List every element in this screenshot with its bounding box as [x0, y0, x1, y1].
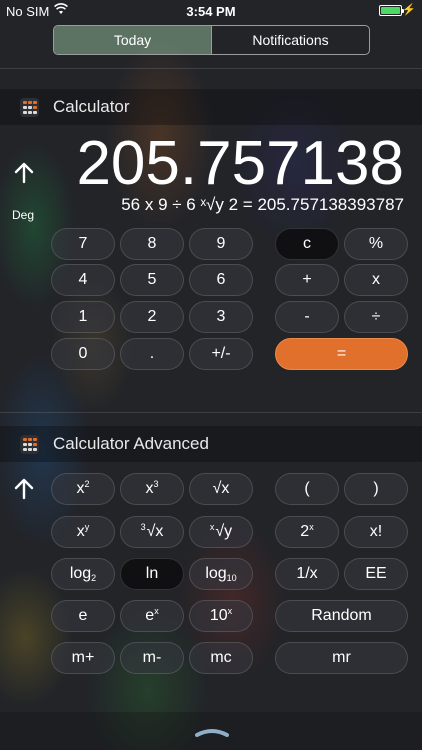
collapse-arrow-icon[interactable]: [12, 477, 36, 501]
status-bar: No SIM 3:54 PM ⚡: [0, 0, 422, 22]
divider: [0, 412, 422, 413]
key-superscript: 3: [153, 479, 159, 489]
tab-today[interactable]: Today: [54, 26, 211, 54]
memory-clear-button[interactable]: mc: [189, 642, 253, 674]
factorial-button[interactable]: x!: [344, 516, 408, 548]
cube-root-button[interactable]: 3 √x: [120, 516, 184, 548]
random-button[interactable]: Random: [275, 600, 408, 632]
key-9[interactable]: 9: [189, 228, 253, 260]
key-1[interactable]: 1: [51, 301, 115, 333]
key-5[interactable]: 5: [120, 264, 184, 296]
calculator-app-icon: [20, 98, 39, 117]
ee-button[interactable]: EE: [344, 558, 408, 590]
x-cubed-button[interactable]: x3: [120, 473, 184, 505]
key-base: e: [145, 607, 155, 624]
key-prefix: x: [209, 522, 215, 532]
divide-button[interactable]: ÷: [344, 301, 408, 333]
pull-up-handle-icon[interactable]: [194, 727, 230, 737]
log10-button[interactable]: log 10: [189, 558, 253, 590]
key-superscript: 2: [84, 479, 90, 489]
today-notifications-tabs: Today Notifications: [53, 25, 370, 55]
calculator-expression: 56 x 9 ÷ 6 ˣ√y 2 = 205.757138393787: [121, 195, 404, 214]
memory-recall-button[interactable]: mr: [275, 642, 408, 674]
calculator-app-icon: [20, 435, 39, 454]
ln-button[interactable]: ln: [120, 558, 184, 590]
x-pow-y-button[interactable]: xy: [51, 516, 115, 548]
key-2[interactable]: 2: [120, 301, 184, 333]
key-7[interactable]: 7: [51, 228, 115, 260]
two-pow-x-button[interactable]: 2x: [275, 516, 339, 548]
x-squared-button[interactable]: x2: [51, 473, 115, 505]
log2-button[interactable]: log 2: [51, 558, 115, 590]
key-3[interactable]: 3: [189, 301, 253, 333]
key-base: 2: [300, 523, 310, 540]
charging-bolt-icon: ⚡: [402, 4, 416, 16]
key-base: √x: [146, 523, 164, 540]
close-paren-button[interactable]: ): [344, 473, 408, 505]
percent-button[interactable]: %: [344, 228, 408, 260]
divider: [0, 68, 422, 69]
key-6[interactable]: 6: [189, 264, 253, 296]
e-pow-x-button[interactable]: ex: [120, 600, 184, 632]
advanced-widget-header: Calculator Advanced: [0, 426, 422, 462]
key-base: x: [76, 523, 85, 540]
memory-add-button[interactable]: m+: [51, 642, 115, 674]
key-base: √y: [215, 523, 233, 540]
e-constant-button[interactable]: e: [51, 600, 115, 632]
square-root-button[interactable]: √x: [189, 473, 253, 505]
ten-pow-x-button[interactable]: 10 x: [189, 600, 253, 632]
key-0[interactable]: 0: [51, 338, 115, 370]
calculator-widget-title: Calculator: [53, 97, 130, 116]
collapse-arrow-icon[interactable]: [12, 161, 36, 185]
multiply-button[interactable]: x: [344, 264, 408, 296]
decimal-point-button[interactable]: .: [120, 338, 184, 370]
key-superscript: x: [227, 606, 233, 616]
key-prefix: 3: [140, 522, 146, 532]
key-4[interactable]: 4: [51, 264, 115, 296]
key-base: x: [76, 480, 85, 497]
plus-button[interactable]: +: [275, 264, 339, 296]
sign-toggle-button[interactable]: +/-: [189, 338, 253, 370]
key-base: x: [145, 480, 154, 497]
key-superscript: y: [84, 522, 90, 532]
angle-mode-label[interactable]: Deg: [12, 208, 34, 222]
calculator-display: 205.757138: [76, 129, 404, 198]
key-subscript: 10: [226, 573, 237, 583]
advanced-widget-title: Calculator Advanced: [53, 434, 209, 453]
key-8[interactable]: 8: [120, 228, 184, 260]
y-root-button[interactable]: x √y: [189, 516, 253, 548]
key-base: log: [69, 565, 92, 582]
minus-button[interactable]: -: [275, 301, 339, 333]
calculator-widget-header: Calculator: [0, 89, 422, 125]
key-subscript: 2: [91, 573, 97, 583]
tab-notifications[interactable]: Notifications: [211, 26, 369, 54]
key-base: log: [205, 565, 227, 582]
reciprocal-button[interactable]: 1/x: [275, 558, 339, 590]
clear-button[interactable]: c: [275, 228, 339, 260]
equals-button[interactable]: =: [275, 338, 408, 370]
key-superscript: x: [154, 606, 159, 616]
memory-subtract-button[interactable]: m-: [120, 642, 184, 674]
open-paren-button[interactable]: (: [275, 473, 339, 505]
key-superscript: x: [309, 522, 314, 532]
battery-icon: [379, 5, 404, 16]
status-time: 3:54 PM: [186, 4, 236, 19]
key-base: 10: [209, 607, 228, 624]
